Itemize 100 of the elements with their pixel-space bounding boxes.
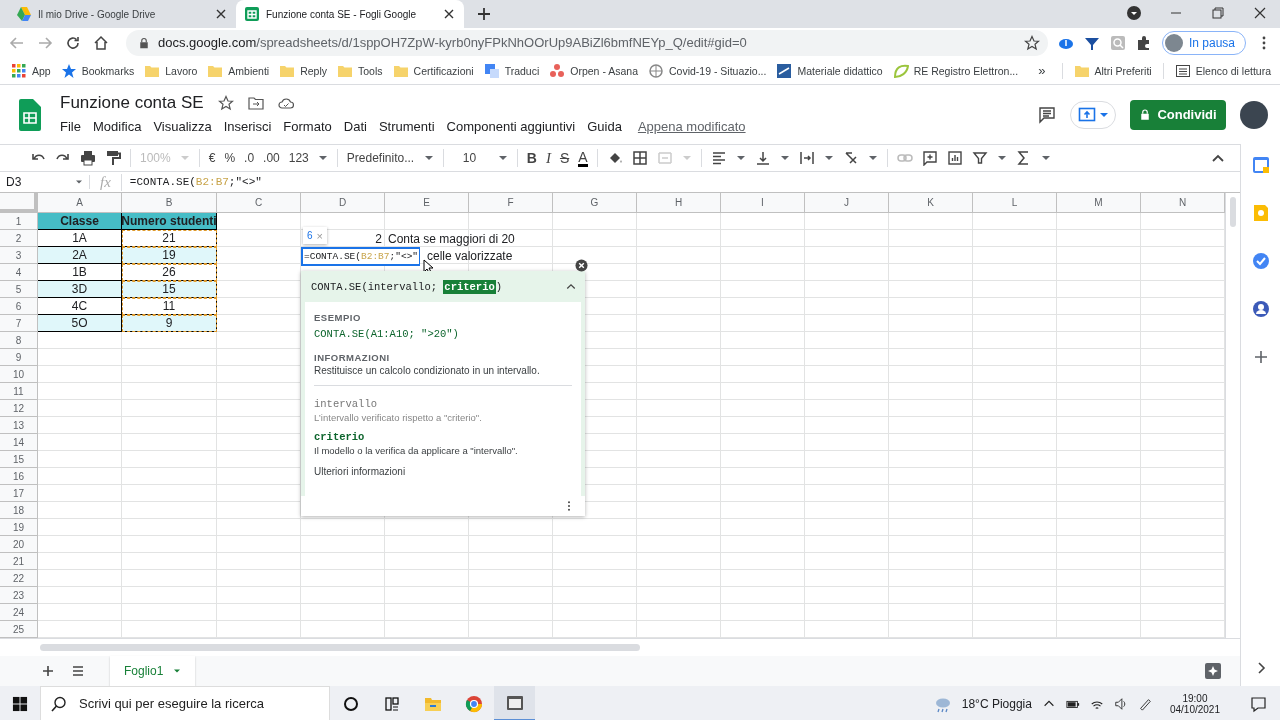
last-edit-link[interactable]: Appena modificato (637, 119, 746, 134)
caret-icon[interactable] (996, 154, 1007, 162)
bookmarks-overflow[interactable]: » (1028, 63, 1056, 78)
menu-item[interactable]: Guida (581, 117, 628, 136)
bookmark[interactable]: Bookmarks (55, 62, 140, 79)
search-field[interactable]: Scrivi qui per eseguire la ricerca (77, 695, 319, 712)
puzzle-icon[interactable] (1135, 34, 1152, 51)
browser-tab[interactable]: Il mio Drive - Google Drive (8, 0, 236, 28)
row-header[interactable]: 4 (0, 264, 38, 281)
add-comment-icon[interactable] (921, 150, 938, 166)
row-header[interactable]: 18 (0, 502, 38, 519)
formula-field[interactable]: =CONTA.SE(B2:B7;"<>" (121, 176, 262, 188)
star-outline-icon[interactable] (217, 95, 234, 111)
cortana-icon[interactable] (342, 695, 359, 712)
present-button[interactable] (1070, 100, 1116, 129)
reload-icon[interactable] (64, 34, 82, 51)
more-info-link[interactable]: Ulteriori informazioni (314, 466, 572, 477)
row-header[interactable]: 23 (0, 587, 38, 604)
caret-icon[interactable] (317, 154, 328, 162)
menu-item[interactable]: Inserisci (217, 117, 278, 136)
row-header[interactable]: 21 (0, 553, 38, 570)
column-header[interactable]: E (385, 193, 469, 213)
column-header[interactable]: M (1057, 193, 1141, 213)
column-header[interactable]: D (301, 193, 385, 213)
cloud-done-icon[interactable] (277, 95, 294, 111)
column-header[interactable]: I (721, 193, 805, 213)
caret-icon[interactable] (779, 154, 790, 162)
restore-icon[interactable] (1210, 5, 1226, 21)
number-format-dropdown[interactable]: 123 (288, 151, 309, 165)
row-header[interactable]: 2 (0, 230, 38, 247)
font-size-dropdown[interactable]: 10 (452, 151, 489, 165)
row-header[interactable]: 16 (0, 468, 38, 485)
row-header[interactable]: 22 (0, 570, 38, 587)
bookmark[interactable]: App (6, 62, 56, 79)
column-header[interactable]: G (553, 193, 637, 213)
paint-format-icon[interactable] (105, 150, 121, 166)
column-header[interactable]: K (889, 193, 973, 213)
row-header[interactable]: 9 (0, 349, 38, 366)
column-header[interactable]: C (217, 193, 301, 213)
row-header[interactable]: 1 (0, 213, 38, 230)
weather-text[interactable]: 18°C Pioggia (961, 696, 1032, 711)
row-header[interactable]: 19 (0, 519, 38, 536)
tasks-icon[interactable] (1251, 252, 1270, 270)
caret-icon[interactable] (1040, 154, 1051, 162)
row-header[interactable]: 11 (0, 383, 38, 400)
volume-icon[interactable] (1113, 696, 1128, 711)
bookmark[interactable]: Tools (332, 62, 388, 79)
clock[interactable]: 19:00 04/10/2021 (1161, 692, 1228, 715)
row-header[interactable]: 6 (0, 298, 38, 315)
row-header[interactable]: 8 (0, 332, 38, 349)
increase-decimals-button[interactable]: .00 (263, 151, 280, 165)
menu-item[interactable]: Modifica (86, 117, 148, 136)
align-left-icon[interactable] (710, 150, 727, 166)
row-header[interactable]: 5 (0, 281, 38, 298)
comments-icon[interactable] (1038, 105, 1056, 124)
close-icon[interactable] (442, 7, 456, 21)
text-rotate-icon[interactable] (842, 150, 859, 166)
close-icon[interactable] (1252, 5, 1268, 21)
hint-chip[interactable]: 6 × (303, 227, 327, 244)
sheet-list-icon[interactable] (70, 663, 86, 679)
filter-icon[interactable] (971, 150, 988, 166)
scrollbar-thumb[interactable] (40, 644, 640, 651)
app-window-icon[interactable] (505, 693, 524, 712)
print-icon[interactable] (80, 150, 96, 166)
windows-logo-icon[interactable] (12, 695, 28, 712)
row-header[interactable]: 7 (0, 315, 38, 332)
bookmark[interactable]: Covid-19 - Situazio... (643, 62, 772, 79)
row-header[interactable]: 3 (0, 247, 38, 264)
caret-icon[interactable] (867, 154, 878, 162)
caret-icon[interactable] (823, 154, 834, 162)
row-header[interactable]: 13 (0, 417, 38, 434)
font-dropdown[interactable]: Predefinito... (346, 151, 415, 165)
decrease-decimals-button[interactable]: .0 (244, 151, 255, 165)
plus-icon[interactable] (476, 6, 492, 22)
column-header[interactable]: J (805, 193, 889, 213)
bookmark[interactable]: Orpen - Asana (544, 62, 643, 79)
browser-tab[interactable]: Funzione conta SE - Fogli Google (236, 0, 464, 28)
caret-icon[interactable] (735, 154, 746, 162)
bookmark[interactable]: Reply (274, 62, 333, 79)
column-header[interactable]: F (469, 193, 553, 213)
row-header[interactable]: 17 (0, 485, 38, 502)
chart-icon[interactable] (946, 150, 963, 166)
move-folder-icon[interactable] (247, 95, 264, 111)
bookmark[interactable]: Certificazioni (387, 62, 479, 79)
borders-icon[interactable] (631, 150, 648, 166)
strikethrough-button[interactable]: S (559, 150, 570, 166)
row-header[interactable]: 12 (0, 400, 38, 417)
text-wrap-icon[interactable] (798, 150, 815, 166)
row-header[interactable]: 20 (0, 536, 38, 553)
row-header[interactable]: 10 (0, 366, 38, 383)
account-avatar[interactable] (1240, 100, 1268, 129)
merge-cells-icon[interactable] (656, 150, 673, 166)
close-icon[interactable] (575, 259, 588, 272)
menu-item[interactable]: Formato (277, 117, 338, 136)
plus-icon[interactable] (40, 663, 56, 679)
column-header[interactable]: L (973, 193, 1057, 213)
bookmark[interactable]: Traduci (478, 62, 545, 79)
sheet-tab[interactable]: Foglio1 (110, 656, 196, 686)
menu-item[interactable]: Dati (337, 117, 373, 136)
address-bar[interactable]: docs.google.com/spreadsheets/d/1sppOH7ZpW-kyrb0nyFPkNhOOrUp9ABiZl6bmfNEYp_Q/edit#gid=0 (126, 29, 1048, 56)
